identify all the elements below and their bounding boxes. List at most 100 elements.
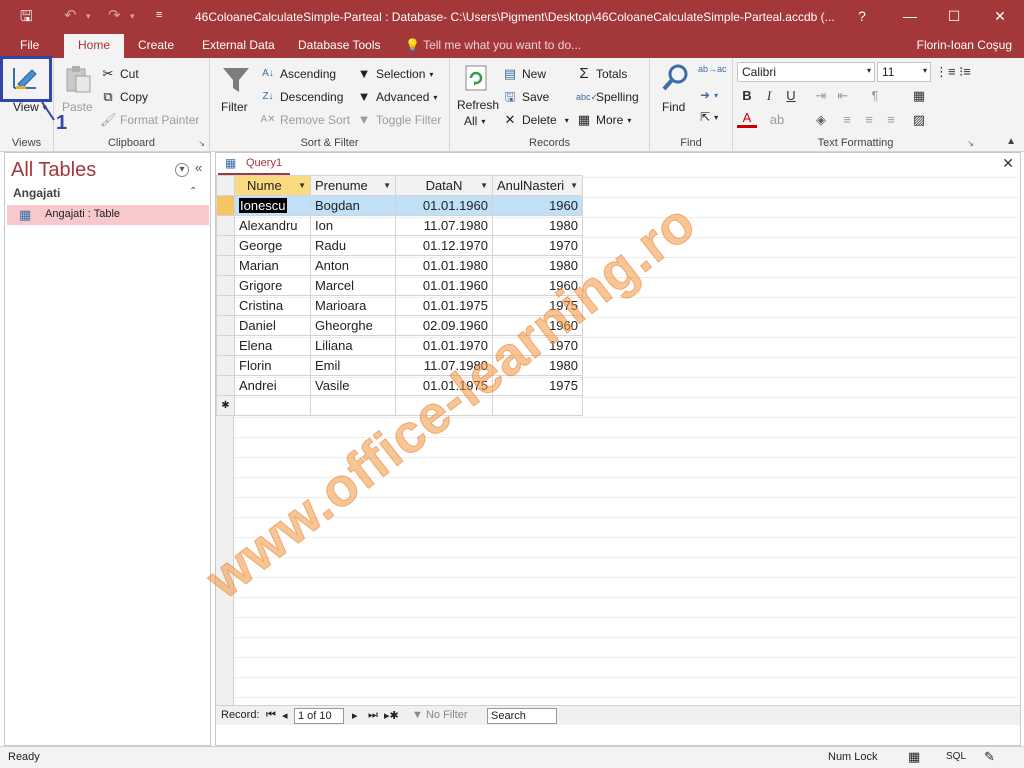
table-cell-prenume[interactable]: Gheorghe — [310, 315, 396, 336]
table-cell-nume[interactable]: Elena — [234, 335, 311, 356]
tab-file[interactable]: File — [20, 38, 39, 52]
increase-indent-icon[interactable]: ⇥ — [811, 86, 831, 106]
italic-button[interactable]: I — [759, 86, 779, 106]
chevron-down-icon[interactable]: ▼ — [480, 181, 488, 190]
tab-create[interactable]: Create — [138, 38, 174, 52]
table-cell-prenume[interactable]: Bogdan — [310, 195, 396, 216]
nav-menu-icon[interactable]: ▾ — [175, 163, 189, 177]
table-cell-nume[interactable]: Florin — [234, 355, 311, 376]
copy-button[interactable]: ⧉ Copy — [100, 89, 148, 105]
column-header-anulnasteri[interactable]: AnulNasteri ▼ — [492, 175, 583, 196]
goto-icon[interactable]: ➜ ▾ — [700, 88, 718, 102]
table-row[interactable]: Daniel Gheorghe 02.09.1960 1960 — [216, 315, 583, 336]
alternate-row-color-icon[interactable]: ▨ — [909, 110, 929, 130]
table-row[interactable]: Cristina Marioara 01.01.1975 1975 — [216, 295, 583, 316]
table-cell-nume[interactable]: Andrei — [234, 375, 311, 396]
record-selector[interactable] — [216, 315, 235, 336]
record-selector[interactable] — [216, 215, 235, 236]
tab-home[interactable]: Home — [64, 34, 125, 58]
table-cell-nume[interactable]: George — [234, 235, 311, 256]
table-cell-datan[interactable]: 01.01.1975 — [395, 295, 493, 316]
refresh-all-button[interactable]: All ▾ — [464, 114, 485, 128]
format-painter-button[interactable]: 🖌 Format Painter — [100, 112, 199, 128]
collapse-group-icon[interactable]: ⌃ — [189, 186, 197, 197]
font-color-icon[interactable]: A — [737, 110, 757, 128]
table-cell-nume[interactable]: Cristina — [234, 295, 311, 316]
background-color-icon[interactable]: ◈ — [811, 110, 831, 130]
table-cell-anulnasteri[interactable]: 1970 — [492, 235, 583, 256]
bold-button[interactable]: B — [737, 86, 757, 106]
redo-dropdown-icon[interactable]: ▾ — [130, 11, 135, 22]
record-selector[interactable] — [216, 235, 235, 256]
select-all-cell[interactable] — [216, 175, 235, 196]
table-cell-anulnasteri[interactable]: 1970 — [492, 335, 583, 356]
table-cell-anulnasteri[interactable]: 1980 — [492, 215, 583, 236]
font-size-select[interactable]: 11 ▾ — [877, 62, 931, 82]
record-selector[interactable] — [216, 335, 235, 356]
design-view-icon[interactable]: ✎ — [984, 749, 995, 765]
selection-button[interactable]: ▼ Selection ▾ — [356, 66, 434, 82]
tab-external-data[interactable]: External Data — [202, 38, 275, 52]
table-row[interactable]: George Radu 01.12.1970 1970 — [216, 235, 583, 256]
nav-group-header[interactable]: Angajati — [13, 186, 60, 200]
refresh-button[interactable]: Refresh — [457, 98, 499, 112]
new-record-cell[interactable] — [234, 395, 311, 416]
undo-icon[interactable]: ↶ — [64, 6, 77, 24]
font-name-select[interactable]: Calibri ▾ — [737, 62, 875, 82]
align-left-icon[interactable]: ≡ — [837, 110, 857, 130]
restore-button[interactable]: ☐ — [934, 4, 974, 28]
paragraph-direction-icon[interactable]: ¶ — [865, 86, 885, 106]
table-row[interactable]: Elena Liliana 01.01.1970 1970 — [216, 335, 583, 356]
cut-button[interactable]: ✂ Cut — [100, 66, 139, 82]
select-icon[interactable]: ⇱ ▾ — [700, 110, 718, 124]
no-filter-button[interactable]: ▼ No Filter — [412, 709, 468, 721]
tab-database-tools[interactable]: Database Tools — [298, 38, 381, 52]
table-cell-anulnasteri[interactable]: 1975 — [492, 375, 583, 396]
table-cell-datan[interactable]: 01.01.1970 — [395, 335, 493, 356]
chevron-down-icon[interactable]: ▼ — [383, 181, 391, 190]
table-cell-prenume[interactable]: Vasile — [310, 375, 396, 396]
highlight-icon[interactable]: ab — [767, 110, 787, 130]
table-cell-anulnasteri[interactable]: 1960 — [492, 315, 583, 336]
table-cell-nume[interactable]: Marian — [234, 255, 311, 276]
chevron-down-icon[interactable]: ▼ — [298, 181, 306, 190]
decrease-indent-icon[interactable]: ⇤ — [833, 86, 853, 106]
record-selector[interactable] — [216, 195, 235, 216]
collapse-ribbon-icon[interactable]: ▲ — [1006, 136, 1016, 147]
customize-toolbar-icon[interactable]: ≡ — [156, 9, 162, 21]
table-row[interactable]: Andrei Vasile 01.01.1975 1975 — [216, 375, 583, 396]
table-cell-datan[interactable]: 01.01.1960 — [395, 195, 493, 216]
column-header-datan[interactable]: DataN ▼ — [395, 175, 493, 196]
datasheet-view-icon[interactable]: ▦ — [908, 749, 920, 765]
gridlines-icon[interactable]: ▦ — [909, 86, 929, 106]
record-selector[interactable] — [216, 255, 235, 276]
record-selector[interactable] — [216, 375, 235, 396]
record-selector[interactable] — [216, 295, 235, 316]
table-cell-nume[interactable]: Grigore — [234, 275, 311, 296]
table-cell-nume[interactable]: Ionescu — [234, 195, 311, 216]
table-cell-datan[interactable]: 01.12.1970 — [395, 235, 493, 256]
table-cell-prenume[interactable]: Liliana — [310, 335, 396, 356]
table-row[interactable]: Ionescu Bogdan 01.01.1960 1960 — [216, 195, 583, 216]
table-cell-anulnasteri[interactable]: 1960 — [492, 275, 583, 296]
new-record-button[interactable]: ▤ New — [502, 66, 546, 82]
table-row[interactable]: Florin Emil 11.07.1980 1980 — [216, 355, 583, 376]
table-cell-prenume[interactable]: Ion — [310, 215, 396, 236]
delete-record-button[interactable]: ✕ Delete ▾ — [502, 112, 569, 128]
replace-icon[interactable]: ab→ac — [698, 64, 727, 74]
shutter-bar-close-icon[interactable]: « — [195, 160, 202, 175]
table-cell-prenume[interactable]: Marioara — [310, 295, 396, 316]
table-cell-anulnasteri[interactable]: 1960 — [492, 195, 583, 216]
table-cell-datan[interactable]: 01.01.1975 — [395, 375, 493, 396]
table-cell-nume[interactable]: Daniel — [234, 315, 311, 336]
chevron-down-icon[interactable]: ▼ — [570, 181, 578, 190]
ascending-button[interactable]: A↓ Ascending — [260, 66, 336, 82]
minimize-button[interactable]: — — [890, 4, 930, 28]
record-selector[interactable] — [216, 355, 235, 376]
spelling-button[interactable]: abc✓ Spelling — [576, 89, 639, 105]
previous-record-icon[interactable]: ◂ — [282, 709, 288, 722]
table-cell-prenume[interactable]: Emil — [310, 355, 396, 376]
nav-title[interactable]: All Tables — [11, 159, 96, 182]
column-header-prenume[interactable]: Prenume ▼ — [310, 175, 396, 196]
table-cell-datan[interactable]: 11.07.1980 — [395, 355, 493, 376]
